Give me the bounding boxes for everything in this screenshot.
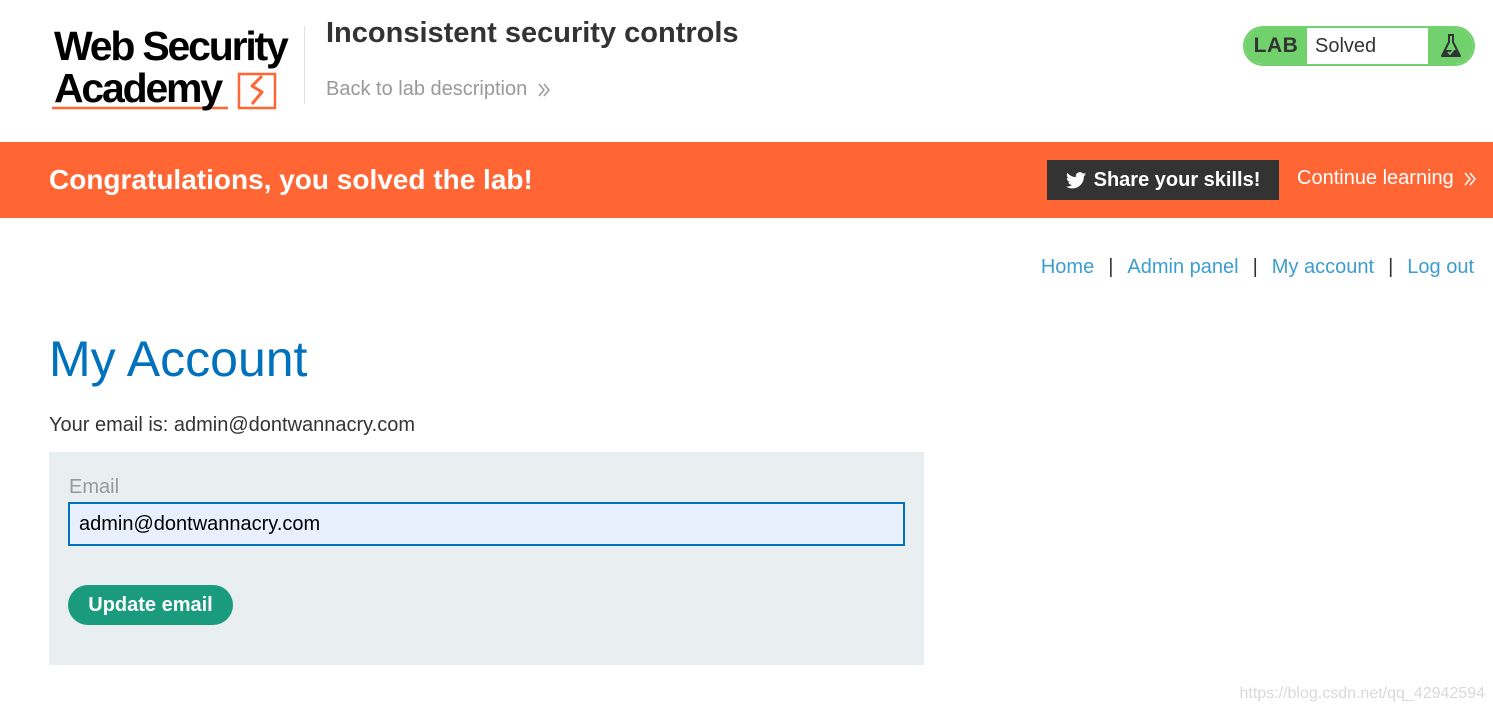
lab-title: Inconsistent security controls (326, 17, 739, 49)
nav-separator: | (1388, 256, 1394, 278)
top-navigation: Home | Admin panel | My account | Log ou… (1041, 256, 1474, 279)
twitter-icon (1065, 171, 1086, 188)
current-email-text: Your email is: admin@dontwannacry.com (49, 414, 416, 436)
nav-log-out-link[interactable]: Log out (1407, 256, 1474, 279)
share-skills-button[interactable]: Share your skills! (1047, 160, 1279, 200)
update-email-button[interactable]: Update email (68, 585, 233, 625)
double-chevron-right-icon (538, 83, 550, 97)
nav-separator: | (1108, 256, 1114, 278)
logo-text-line2: Academy (54, 65, 223, 111)
logo-text-line1: Web Security (54, 23, 289, 69)
header-divider (304, 26, 305, 104)
back-link-label: Back to lab description (326, 78, 528, 100)
nav-my-account-link[interactable]: My account (1272, 256, 1374, 279)
header: Web Security Academy Inconsistent securi… (0, 0, 1493, 142)
watermark: https://blog.csdn.net/qq_42942594 (1239, 685, 1485, 702)
lab-status-state: Solved (1307, 28, 1429, 64)
flask-icon (1441, 34, 1461, 57)
continue-learning-link[interactable]: Continue learning (1297, 167, 1477, 190)
page-title: My Account (49, 331, 308, 387)
continue-learning-label: Continue learning (1297, 167, 1454, 189)
nav-separator: | (1252, 256, 1258, 278)
double-chevron-right-icon (1464, 172, 1477, 186)
lab-status-widget: LAB Solved (1243, 26, 1475, 66)
email-field[interactable] (68, 502, 905, 546)
page: Web Security Academy Inconsistent securi… (0, 0, 1493, 713)
lab-status-label: LAB (1245, 28, 1307, 64)
share-button-label: Share your skills! (1093, 168, 1261, 191)
change-email-form: Email Update email (49, 452, 924, 665)
academy-logo[interactable]: Web Security Academy (50, 24, 302, 114)
banner-message: Congratulations, you solved the lab! (49, 164, 533, 195)
nav-admin-panel-link[interactable]: Admin panel (1127, 256, 1238, 279)
nav-home-link[interactable]: Home (1041, 256, 1094, 279)
lab-status-flask (1429, 28, 1473, 64)
email-field-label: Email (69, 476, 120, 498)
lab-solved-banner: Congratulations, you solved the lab! Sha… (0, 142, 1493, 218)
back-to-lab-description-link[interactable]: Back to lab description (326, 78, 551, 101)
